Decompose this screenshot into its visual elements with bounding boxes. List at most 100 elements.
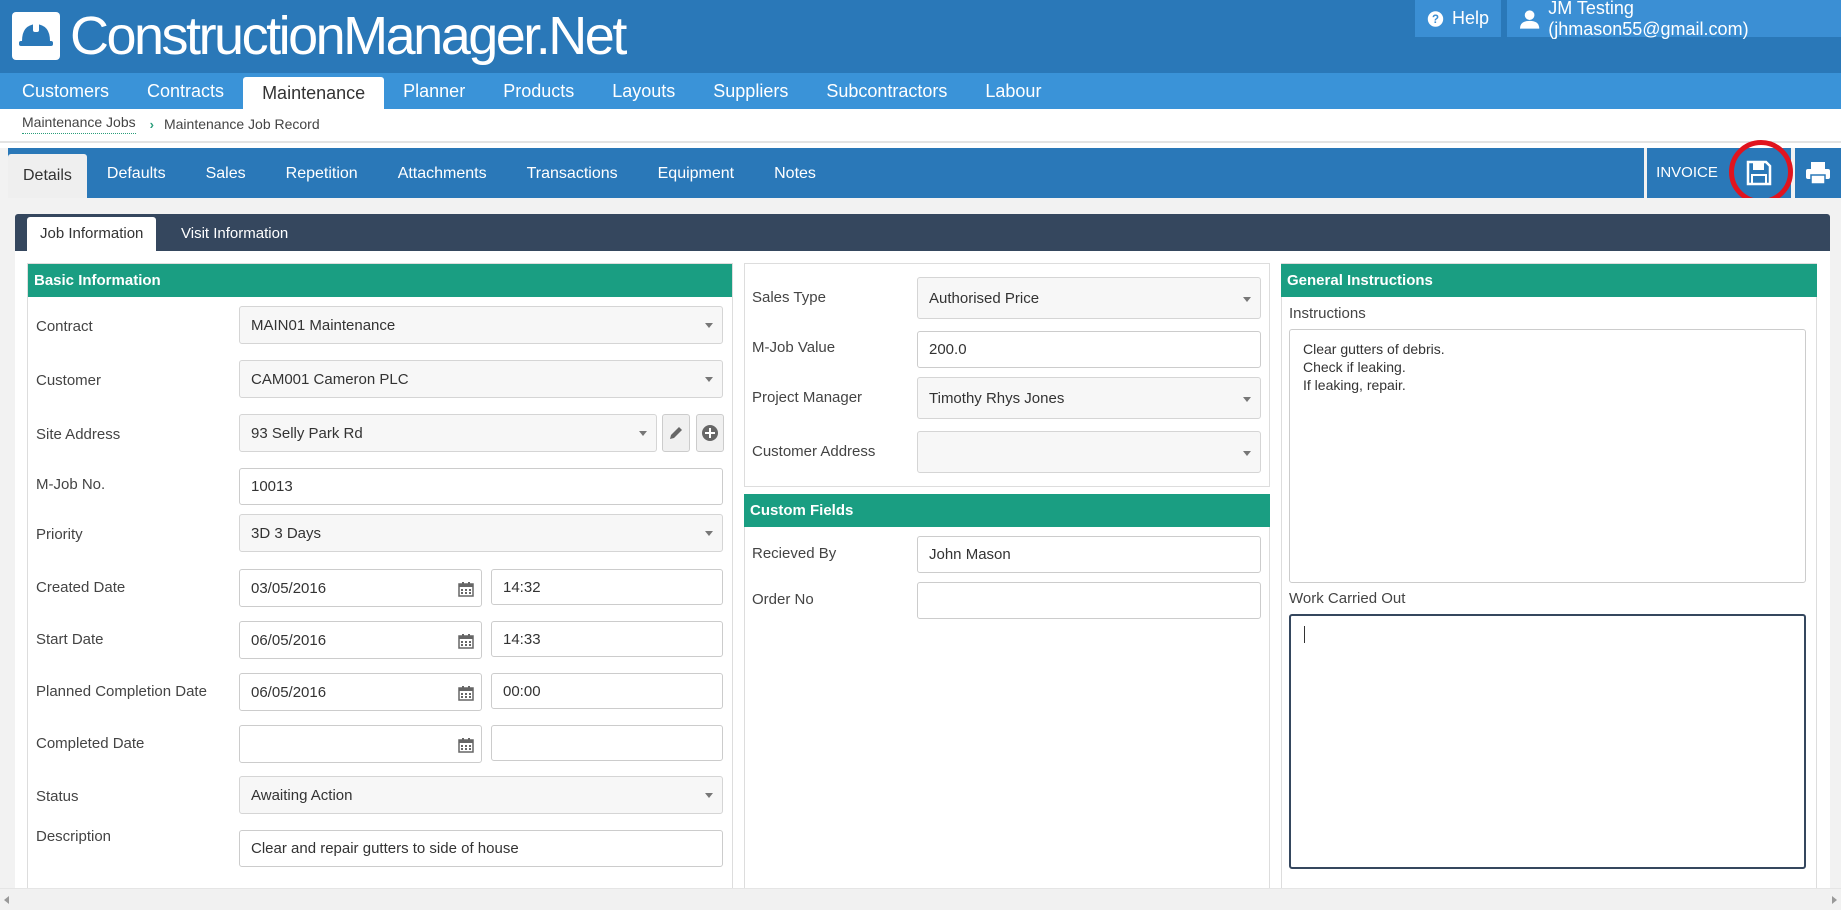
breadcrumb-current: Maintenance Job Record	[163, 116, 320, 132]
start-date-input[interactable]: 06/05/2016	[239, 621, 482, 659]
chevron-down-icon	[705, 377, 713, 382]
calendar-icon[interactable]	[458, 685, 474, 701]
contract-label: Contract	[36, 318, 93, 335]
invoice-button[interactable]: INVOICE	[1647, 148, 1727, 198]
created-date-value: 03/05/2016	[251, 579, 327, 597]
nav-layouts[interactable]: Layouts	[593, 73, 694, 109]
mjob-value-value: 200.0	[929, 341, 967, 358]
printer-icon	[1806, 162, 1830, 185]
completed-date-label: Completed Date	[36, 735, 145, 752]
hardhat-icon	[12, 12, 60, 60]
calendar-icon[interactable]	[458, 737, 474, 753]
project-manager-value: Timothy Rhys Jones	[929, 389, 1065, 407]
customer-value: CAM001 Cameron PLC	[251, 370, 409, 388]
tab-attachments[interactable]: Attachments	[378, 148, 507, 198]
app-logo[interactable]: ConstructionManager.Net	[12, 6, 627, 66]
tab-transactions[interactable]: Transactions	[507, 148, 638, 198]
tab-notes[interactable]: Notes	[754, 148, 836, 198]
instructions-textarea[interactable]: Clear gutters of debris. Check if leakin…	[1289, 329, 1806, 583]
divider	[0, 141, 1841, 143]
text-cursor	[1304, 626, 1305, 643]
help-button[interactable]: ? Help	[1415, 0, 1501, 37]
start-date-value: 06/05/2016	[251, 631, 327, 649]
help-label: Help	[1451, 8, 1489, 28]
nav-products[interactable]: Products	[484, 73, 593, 109]
description-input[interactable]: Clear and repair gutters to side of hous…	[239, 830, 723, 867]
received-by-label: Recieved By	[752, 545, 837, 562]
user-icon	[1519, 9, 1540, 29]
user-menu[interactable]: JM Testing (jhmason55@gmail.com)	[1507, 0, 1841, 39]
priority-value: 3D 3 Days	[251, 524, 322, 542]
chevron-down-icon	[639, 431, 647, 436]
add-site-address-button[interactable]	[696, 414, 724, 452]
start-time-value: 14:33	[503, 630, 541, 648]
nav-contracts[interactable]: Contracts	[128, 73, 243, 109]
mjob-value-input[interactable]: 200.0	[917, 331, 1261, 368]
custom-fields-title: Custom Fields	[744, 494, 1270, 527]
tab-sales[interactable]: Sales	[186, 148, 266, 198]
instructions-label: Instructions	[1289, 305, 1366, 322]
nav-labour[interactable]: Labour	[966, 73, 1060, 109]
received-by-input[interactable]: John Mason	[917, 536, 1261, 573]
project-manager-select[interactable]: Timothy Rhys Jones	[917, 377, 1261, 419]
chevron-down-icon	[1243, 397, 1251, 402]
calendar-icon[interactable]	[458, 581, 474, 597]
mjob-no-input[interactable]: 10013	[239, 468, 723, 505]
app-logo-text: ConstructionManager.Net	[70, 6, 627, 66]
nav-planner[interactable]: Planner	[384, 73, 484, 109]
tab-visit-information[interactable]: Visit Information	[168, 217, 301, 251]
work-carried-out-textarea[interactable]	[1289, 614, 1806, 869]
created-date-input[interactable]: 03/05/2016	[239, 569, 482, 607]
breadcrumb-maintenance-jobs[interactable]: Maintenance Jobs	[22, 114, 136, 134]
scroll-left-icon[interactable]	[4, 896, 9, 904]
nav-suppliers[interactable]: Suppliers	[694, 73, 807, 109]
tab-job-information[interactable]: Job Information	[27, 217, 157, 251]
customer-label: Customer	[36, 372, 102, 389]
sales-type-select[interactable]: Authorised Price	[917, 277, 1261, 319]
tab-details[interactable]: Details	[8, 154, 87, 198]
site-address-select[interactable]: 93 Selly Park Rd	[239, 414, 657, 452]
nav-maintenance[interactable]: Maintenance	[243, 77, 385, 109]
mjob-no-label: M-Job No.	[36, 476, 106, 493]
work-carried-out-label: Work Carried Out	[1289, 590, 1406, 607]
tab-equipment[interactable]: Equipment	[638, 148, 755, 198]
status-value: Awaiting Action	[251, 786, 353, 804]
description-label: Description	[36, 828, 112, 845]
completed-date-input[interactable]	[239, 725, 482, 763]
planned-completion-date-input[interactable]: 06/05/2016	[239, 673, 482, 711]
order-no-input[interactable]	[917, 582, 1261, 619]
sales-type-label: Sales Type	[752, 289, 826, 306]
site-address-label: Site Address	[36, 426, 121, 443]
breadcrumb: Maintenance Jobs › Maintenance Job Recor…	[22, 114, 320, 134]
priority-select[interactable]: 3D 3 Days	[239, 514, 723, 552]
site-address-value: 93 Selly Park Rd	[251, 424, 363, 442]
chevron-down-icon	[705, 323, 713, 328]
svg-text:?: ?	[1432, 13, 1439, 25]
status-select[interactable]: Awaiting Action	[239, 776, 723, 814]
question-circle-icon: ?	[1427, 10, 1444, 27]
contract-select[interactable]: MAIN01 Maintenance	[239, 306, 723, 344]
horizontal-scrollbar[interactable]	[0, 888, 1841, 910]
planned-completion-time-input[interactable]: 00:00	[491, 673, 723, 709]
tab-repetition[interactable]: Repetition	[266, 148, 378, 198]
created-time-value: 14:32	[503, 578, 541, 596]
customer-select[interactable]: CAM001 Cameron PLC	[239, 360, 723, 398]
nav-subcontractors[interactable]: Subcontractors	[807, 73, 966, 109]
tab-defaults[interactable]: Defaults	[87, 148, 186, 198]
app-header: ConstructionManager.Net ? Help JM Testin…	[0, 0, 1841, 73]
created-time-input[interactable]: 14:32	[491, 569, 723, 605]
main-nav: Customers Contracts Maintenance Planner …	[0, 73, 1841, 109]
general-instructions-title: General Instructions	[1281, 264, 1817, 297]
plus-circle-icon	[702, 425, 718, 441]
print-button[interactable]	[1795, 148, 1841, 198]
calendar-icon[interactable]	[458, 633, 474, 649]
planned-completion-label: Planned Completion Date	[36, 683, 207, 700]
chevron-down-icon	[705, 531, 713, 536]
customer-address-select[interactable]	[917, 431, 1261, 473]
chevron-right-icon: ›	[149, 116, 154, 132]
completed-time-input[interactable]	[491, 725, 723, 761]
start-time-input[interactable]: 14:33	[491, 621, 723, 657]
scroll-right-icon[interactable]	[1832, 896, 1837, 904]
edit-site-address-button[interactable]	[662, 414, 690, 452]
nav-customers[interactable]: Customers	[3, 73, 128, 109]
